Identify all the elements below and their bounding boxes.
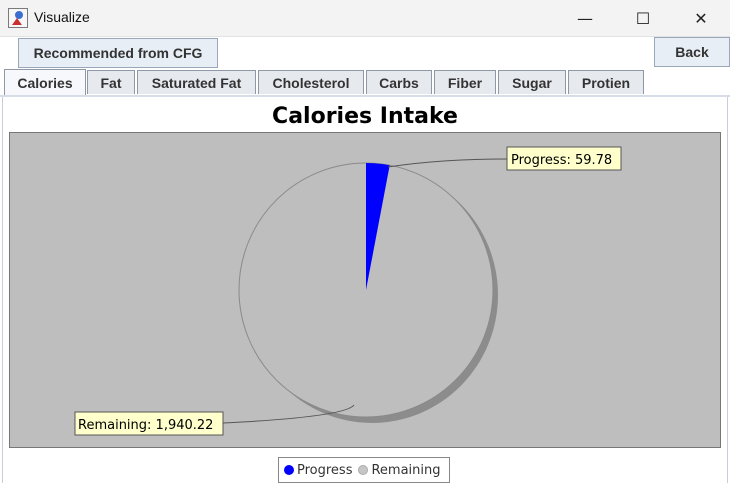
- tab-strip: Calories Fat Saturated Fat Cholesterol C…: [0, 69, 730, 95]
- legend-label-progress: Progress: [297, 462, 353, 478]
- close-button[interactable]: ✕: [672, 0, 730, 36]
- legend-label-remaining: Remaining: [371, 462, 441, 478]
- tab-protien[interactable]: Protien: [568, 70, 644, 94]
- tab-carbs[interactable]: Carbs: [366, 70, 432, 94]
- chart-legend: Progress Remaining: [278, 457, 450, 483]
- minimize-icon: —: [577, 8, 593, 28]
- tab-fiber[interactable]: Fiber: [434, 70, 496, 94]
- chart-title: Calories Intake: [272, 104, 458, 129]
- title-bar: Visualize — ☐ ✕: [0, 0, 730, 37]
- maximize-button[interactable]: ☐: [614, 0, 672, 36]
- back-button[interactable]: Back: [654, 37, 730, 67]
- tab-fat[interactable]: Fat: [87, 70, 135, 94]
- pie-chart-plot: Progress: 59.78 Remaining: 1,940.22: [9, 132, 721, 448]
- tab-cholesterol[interactable]: Cholesterol: [258, 70, 364, 94]
- close-icon: ✕: [694, 8, 708, 28]
- legend-swatch-progress: [284, 465, 294, 475]
- tab-sugar[interactable]: Sugar: [498, 70, 566, 94]
- legend-item-progress: Progress: [284, 463, 352, 478]
- recommended-from-cfg-button[interactable]: Recommended from CFG: [18, 38, 218, 68]
- tab-calories[interactable]: Calories: [4, 69, 86, 95]
- tab-saturated-fat[interactable]: Saturated Fat: [137, 70, 256, 94]
- progress-label: Progress: 59.78: [511, 153, 612, 168]
- progress-label-connector: [387, 158, 508, 168]
- minimize-button[interactable]: —: [556, 0, 614, 36]
- legend-item-remaining: Remaining: [358, 462, 441, 478]
- window-title: Visualize: [34, 9, 90, 25]
- pie-chart-svg: Progress: 59.78 Remaining: 1,940.22: [74, 146, 622, 436]
- legend-swatch-remaining: [358, 465, 369, 475]
- app-icon: [8, 8, 28, 28]
- maximize-icon: ☐: [635, 8, 651, 28]
- remaining-label: Remaining: 1,940.22: [78, 418, 213, 433]
